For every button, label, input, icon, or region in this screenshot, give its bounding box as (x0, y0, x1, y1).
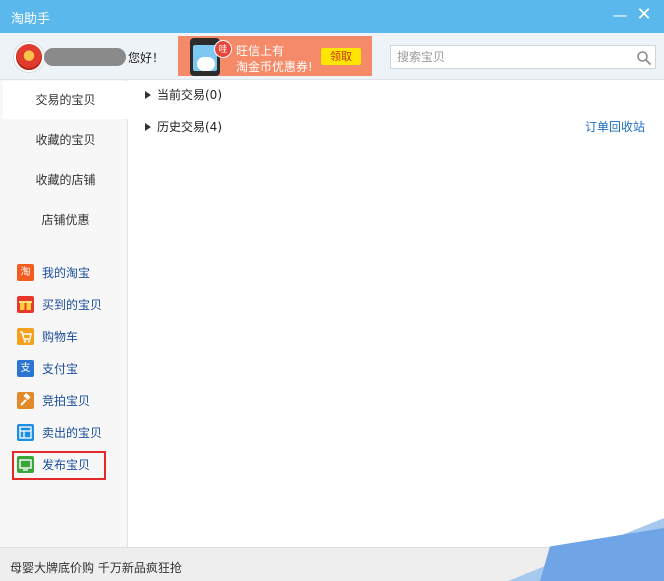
title-bar: 淘助手 — ✕ (0, 0, 664, 33)
search-icon[interactable] (636, 50, 652, 66)
greeting-text: 您好！ (128, 51, 165, 65)
sidebar-link-label: 买到的宝贝 (42, 298, 103, 312)
sidebar-tab-shop-deals[interactable]: 店铺优惠 (3, 201, 128, 239)
window-title: 淘助手 (11, 12, 51, 27)
avatar[interactable] (14, 42, 44, 72)
tree-node-label: 当前交易(0) (157, 88, 222, 102)
footer-ad-text: 母婴大牌底价购 千万新品疯狂抢 (10, 561, 182, 575)
sidebar-link-label: 卖出的宝贝 (42, 426, 103, 440)
user-header: 您好！ 哇 旺信上有 淘金币优惠券! 领取 (0, 33, 664, 80)
sold-icon (17, 424, 34, 441)
publish-highlight-box (12, 451, 106, 480)
username-redacted (44, 48, 126, 66)
caret-right-icon (145, 123, 151, 131)
footer-ad-bar[interactable]: 母婴大牌底价购 千万新品疯狂抢 (0, 547, 600, 581)
main-panel: 当前交易(0) 历史交易(4) 订单回收站 (129, 80, 664, 547)
gift-icon (17, 296, 34, 313)
promo-banner[interactable]: 哇 旺信上有 淘金币优惠券! 领取 (178, 36, 372, 76)
close-button[interactable]: ✕ (633, 3, 655, 27)
promo-line-2: 淘金币优惠券! (236, 60, 313, 74)
sidebar-tab-favorite-items[interactable]: 收藏的宝贝 (3, 121, 128, 159)
sidebar-tab-favorite-shops[interactable]: 收藏的店铺 (3, 161, 128, 199)
taobao-icon: 淘 (17, 264, 34, 281)
claim-button[interactable]: 领取 (321, 48, 361, 65)
search-box[interactable] (390, 45, 656, 69)
search-input[interactable] (391, 46, 627, 68)
sidebar-tab-traded-items[interactable]: 交易的宝贝 (3, 81, 128, 119)
alipay-icon: 支 (17, 360, 34, 377)
sidebar-link-label: 竞拍宝贝 (42, 394, 91, 408)
sidebar-link-label: 我的淘宝 (42, 266, 91, 280)
cart-icon (17, 328, 34, 345)
tree-node-label: 历史交易(4) (157, 120, 222, 134)
tree-node-current-trades[interactable]: 当前交易(0) (145, 86, 222, 103)
promo-badge: 哇 (214, 40, 232, 58)
caret-right-icon (145, 91, 151, 99)
promo-line-1: 旺信上有 (236, 44, 285, 58)
sidebar: 交易的宝贝 收藏的宝贝 收藏的店铺 店铺优惠 淘 我的淘宝 买到的宝贝 购物车 … (0, 80, 128, 547)
minimize-button[interactable]: — (609, 3, 631, 27)
sidebar-link-label: 购物车 (42, 330, 79, 344)
cloud-mascot-icon (197, 57, 215, 71)
sidebar-link-label: 支付宝 (42, 362, 79, 376)
tree-node-history-trades[interactable]: 历史交易(4) (145, 118, 222, 135)
order-recycle-bin-link[interactable]: 订单回收站 (585, 118, 645, 135)
auction-hammer-icon (17, 392, 34, 409)
